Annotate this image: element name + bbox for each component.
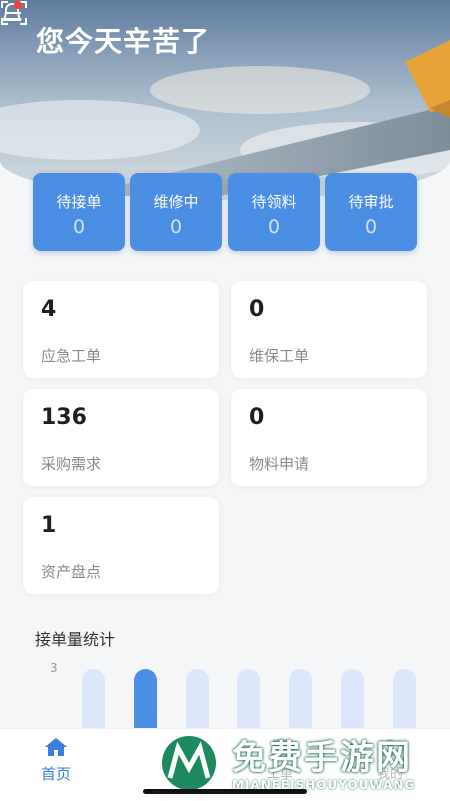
- stat-label: 物料申请: [249, 455, 310, 473]
- stat-value: 0: [249, 297, 265, 322]
- chart-bar: [134, 669, 157, 729]
- stat-card-purchase-requests[interactable]: 136 采购需求: [23, 389, 219, 486]
- chart-bar: [82, 669, 105, 729]
- chart-bar: [186, 669, 209, 729]
- page-title: 您今天辛苦了: [36, 25, 211, 58]
- status-tile-repairing[interactable]: 维修中 0: [130, 173, 222, 251]
- stat-card-emergency-orders[interactable]: 4 应急工单: [23, 281, 219, 378]
- stat-card-asset-inventory[interactable]: 1 资产盘点: [23, 497, 219, 594]
- notification-dot: [14, 1, 22, 9]
- header-banner: 您今天辛苦了: [0, 0, 450, 200]
- status-tile-label: 待审批: [348, 193, 394, 211]
- bell-icon[interactable]: [0, 0, 24, 26]
- home-icon: [45, 738, 67, 756]
- status-tile-label: 维修中: [153, 193, 199, 211]
- stat-label: 维保工单: [249, 347, 310, 365]
- stat-label: 资产盘点: [41, 563, 102, 581]
- chart-bar: [237, 669, 260, 729]
- status-tile-count: 0: [72, 216, 86, 238]
- status-tile-pending-accept[interactable]: 待接单 0: [33, 173, 125, 251]
- nav-item-home[interactable]: 首页: [26, 737, 86, 784]
- status-tile-count: 0: [267, 216, 281, 238]
- stat-value: 0: [249, 405, 265, 430]
- stat-card-material-requests[interactable]: 0 物料申请: [231, 389, 427, 486]
- chart-bar: [393, 669, 416, 729]
- chart-y-tick: 3: [50, 661, 58, 675]
- status-tile-pending-material[interactable]: 待领料 0: [228, 173, 320, 251]
- stat-value: 4: [41, 297, 57, 322]
- watermark-text: 免费手游网: [232, 738, 412, 778]
- chart-bar: [341, 669, 364, 729]
- stat-value: 1: [41, 513, 57, 538]
- stat-label: 应急工单: [41, 347, 102, 365]
- status-tile-count: 0: [364, 216, 378, 238]
- stat-card-maintenance-orders[interactable]: 0 维保工单: [231, 281, 427, 378]
- status-tile-pending-approval[interactable]: 待审批 0: [325, 173, 417, 251]
- watermark-logo: [158, 732, 220, 794]
- status-tile-label: 待接单: [56, 193, 102, 211]
- chart-bar: [289, 669, 312, 729]
- stat-label: 采购需求: [41, 455, 102, 473]
- chart-title: 接单量统计: [35, 630, 116, 649]
- nav-label: 首页: [40, 765, 71, 783]
- stat-value: 136: [41, 405, 87, 430]
- home-indicator: [143, 789, 307, 794]
- status-tiles: 待接单 0 维修中 0 待领料 0 待审批 0: [33, 173, 417, 251]
- status-tile-label: 待领料: [251, 193, 297, 211]
- status-tile-count: 0: [169, 216, 183, 238]
